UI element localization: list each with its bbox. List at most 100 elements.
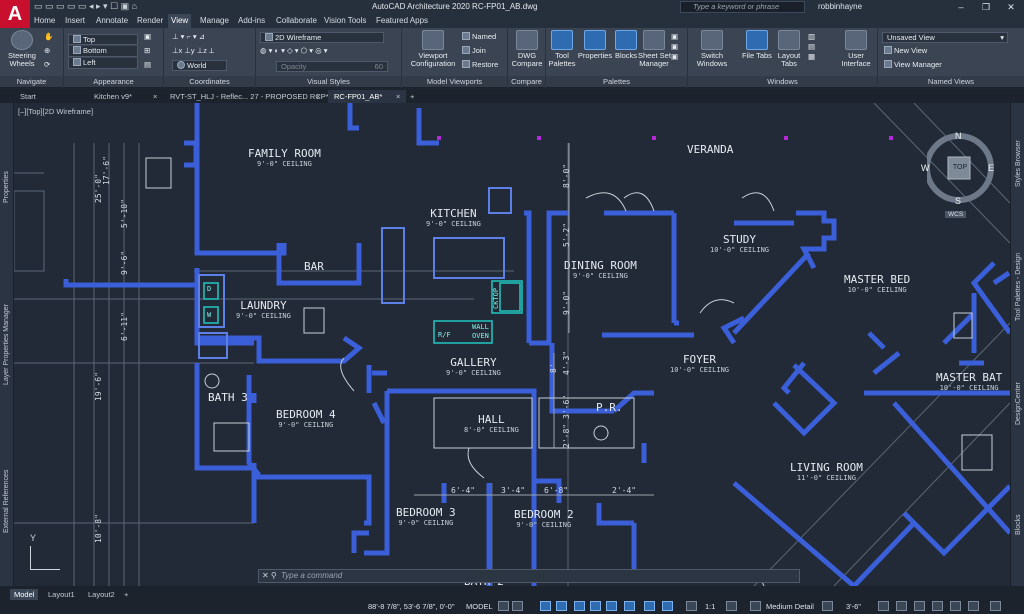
named-view-dropdown[interactable]: Unsaved View ▾ <box>882 32 1008 43</box>
wcs-menu[interactable]: WCS <box>945 211 967 218</box>
layout-tab-model[interactable]: Model <box>10 589 39 600</box>
ucs-icon-toggle[interactable]: ⊞ <box>144 46 150 56</box>
command-icons[interactable]: ✕ ⚲ <box>262 570 277 582</box>
detail-level-dropdown[interactable]: Medium Detail <box>766 602 814 611</box>
drawing-canvas[interactable]: [–][Top][2D Wireframe] FAMILY ROOM 9'-0" … <box>14 103 1010 586</box>
tab-collaborate[interactable]: Collaborate <box>276 16 317 25</box>
tab-manage[interactable]: Manage <box>200 16 229 25</box>
sheet-set-manager-button[interactable]: Sheet Set Manager <box>638 30 671 68</box>
file-tab-start[interactable]: Start <box>14 90 42 103</box>
palette-small-icons[interactable]: ▣ ▣ ▣ <box>671 32 678 61</box>
viewcube-top-face[interactable]: TOP <box>950 164 970 171</box>
restore-icon[interactable]: ❐ <box>975 0 997 14</box>
osnap-icon[interactable] <box>590 601 601 611</box>
file-tabs-button[interactable]: File Tabs <box>740 30 774 60</box>
tab-home[interactable]: Home <box>34 16 55 25</box>
palette-styles-browser[interactable]: Styles Browser <box>1015 140 1022 187</box>
annotation-icon[interactable] <box>662 601 673 611</box>
view-bottom[interactable]: Bottom <box>68 46 138 57</box>
coordinates-readout[interactable]: 88'-8 7/8", 53'-6 7/8", 0'-0" <box>368 602 455 611</box>
switch-windows-button[interactable]: Switch Windows <box>692 30 732 68</box>
viewport-controls[interactable]: [–][Top][2D Wireframe] <box>18 107 93 116</box>
user-interface-button[interactable]: User Interface <box>838 30 874 68</box>
steering-wheels-button[interactable]: Steering Wheels <box>4 30 40 68</box>
layout-tab-layout2[interactable]: Layout2 <box>84 589 119 600</box>
transparency-icon[interactable] <box>624 601 635 611</box>
palette-properties[interactable]: Properties <box>3 171 10 203</box>
compass-east[interactable]: E <box>988 163 994 173</box>
tab-vision-tools[interactable]: Vision Tools <box>324 16 366 25</box>
quick-access-toolbar[interactable]: ▭ ▭ ▭ ▭ ▭ ◂ ▸ ▾ ☐ ▣ ⌂ <box>34 1 137 12</box>
window-arrange-icons[interactable]: ▥ ▤ ▦ <box>808 32 815 61</box>
viewcube-toggle-icon[interactable]: ▣ <box>144 32 151 42</box>
close-icon[interactable]: ✕ <box>1000 0 1022 14</box>
view-manager-button[interactable]: View Manager <box>884 60 942 70</box>
search-input[interactable]: Type a keyword or phrase <box>680 1 805 13</box>
view-left[interactable]: Left <box>68 58 138 69</box>
command-line[interactable]: ✕ ⚲ Type a command <box>258 569 800 583</box>
palette-designcenter[interactable]: DesignCenter <box>1015 382 1022 425</box>
application-menu-button[interactable]: A <box>0 0 30 28</box>
palette-tool-palettes-design[interactable]: Tool Palettes - Design <box>1015 253 1022 321</box>
zoom-icon[interactable]: ⊕ <box>44 46 50 56</box>
edge-style-icons[interactable]: ◍ ▾ ◐ ▾ ◇ ▾ ⬡ ▾ ◎ ▾ <box>260 46 328 56</box>
isodraft-icon[interactable] <box>574 601 585 611</box>
annotation-scale[interactable]: 1:1 <box>705 602 715 611</box>
tab-addins[interactable]: Add-ins <box>238 16 265 25</box>
tab-featured-apps[interactable]: Featured Apps <box>376 16 428 25</box>
tab-render[interactable]: Render <box>137 16 163 25</box>
snap-icon[interactable] <box>512 601 523 611</box>
display-configuration-icon[interactable] <box>750 601 761 611</box>
opacity-slider[interactable]: Opacity 60 <box>276 61 388 72</box>
detail-chevron-icon[interactable] <box>822 601 833 611</box>
ucs-world-dropdown[interactable]: World <box>172 60 227 71</box>
nav-bar-icon[interactable]: ▤ <box>144 60 151 70</box>
layout-tab-layout1[interactable]: Layout1 <box>44 589 79 600</box>
clean-screen-icon[interactable] <box>932 601 943 611</box>
selection-cycling-icon[interactable] <box>644 601 655 611</box>
model-space-button[interactable]: MODEL <box>466 602 493 611</box>
dwg-compare-button[interactable]: DWG Compare <box>510 30 544 68</box>
elevation-readout[interactable]: 3'-6" <box>846 602 861 611</box>
gear-icon[interactable] <box>726 601 737 611</box>
customization-icon[interactable] <box>950 601 961 611</box>
lineweight-icon[interactable] <box>606 601 617 611</box>
palette-blocks[interactable]: Blocks <box>1015 514 1022 535</box>
tab-insert[interactable]: Insert <box>65 16 85 25</box>
ortho-icon[interactable] <box>540 601 551 611</box>
palette-layer-properties[interactable]: Layer Properties Manager <box>3 304 10 385</box>
surface-hatch-icon[interactable] <box>878 601 889 611</box>
units-icon[interactable] <box>968 601 979 611</box>
palette-external-references[interactable]: External References <box>3 470 10 533</box>
minimize-icon[interactable]: – <box>950 0 972 14</box>
new-view-button[interactable]: New View <box>884 46 927 56</box>
new-layout-icon[interactable]: + <box>120 589 132 600</box>
visual-style-dropdown[interactable]: 2D Wireframe <box>260 32 384 43</box>
command-input[interactable]: Type a command <box>281 571 342 580</box>
hardware-acceleration-icon[interactable] <box>914 601 925 611</box>
join-viewports-button[interactable]: Join <box>462 46 486 56</box>
isolate-objects-icon[interactable] <box>896 601 907 611</box>
blocks-button[interactable]: Blocks <box>614 30 638 60</box>
view-top[interactable]: Top <box>68 34 138 45</box>
viewport-configuration-button[interactable]: Viewport Configuration <box>408 30 458 68</box>
tab-view[interactable]: View <box>168 14 192 28</box>
ucs-icon[interactable]: ⊥ ▾ ⌐ ▾ ⊿ <box>172 32 205 42</box>
pan-icon[interactable]: ✋ <box>44 32 53 42</box>
restore-viewports-button[interactable]: Restore <box>462 60 498 70</box>
grid-icon[interactable] <box>498 601 509 611</box>
file-tab-kitchen[interactable]: Kitchen v9* <box>88 90 138 103</box>
properties-button[interactable]: Properties <box>577 30 613 60</box>
polar-icon[interactable] <box>556 601 567 611</box>
annotation-visibility-icon[interactable] <box>686 601 697 611</box>
named-viewports-button[interactable]: Named <box>462 32 496 42</box>
compass-north[interactable]: N <box>955 131 962 141</box>
ucs-x-icon[interactable]: ⊥x ⊥y ⊥z ⟂ <box>172 46 214 56</box>
menu-icon[interactable] <box>990 601 1001 611</box>
user-name[interactable]: robbinhayne <box>818 2 862 11</box>
tool-palettes-button[interactable]: Tool Palettes <box>548 30 576 68</box>
new-tab-icon[interactable]: + <box>404 90 420 103</box>
close-icon[interactable]: × <box>310 90 326 103</box>
compass-west[interactable]: W <box>921 163 930 173</box>
compass-south[interactable]: S <box>955 196 961 206</box>
